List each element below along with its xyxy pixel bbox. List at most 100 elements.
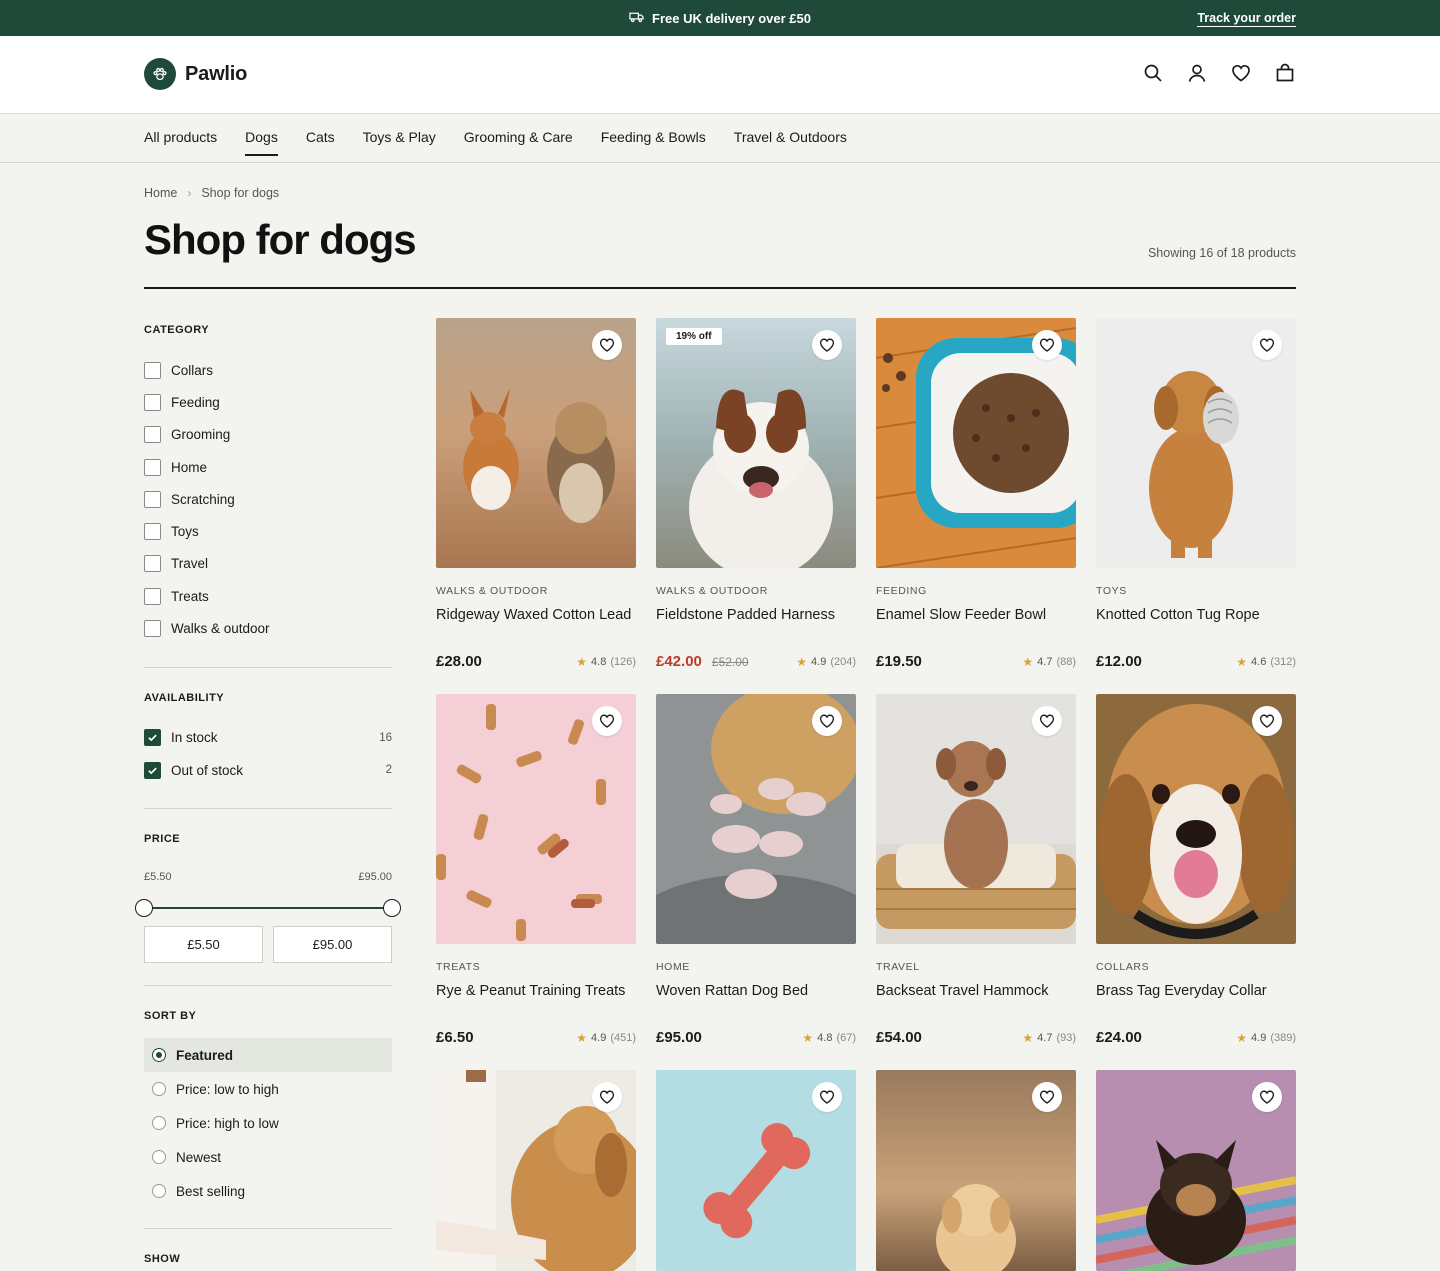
filter-toys[interactable]: Toys xyxy=(144,515,392,547)
product-card[interactable] xyxy=(1096,1070,1296,1271)
track-order-link[interactable]: Track your order xyxy=(1197,11,1296,27)
wishlist-button[interactable] xyxy=(1032,1082,1062,1112)
product-card[interactable]: TRAVEL Backseat Travel Hammock £54.00 ★ 4… xyxy=(876,694,1076,1046)
checkbox[interactable] xyxy=(144,458,161,476)
filter-scratching[interactable]: Scratching xyxy=(144,483,392,515)
price-slider[interactable] xyxy=(135,899,401,918)
wishlist-button[interactable] xyxy=(592,330,622,360)
nav-all-products[interactable]: All products xyxy=(144,129,217,156)
nav-toys-play[interactable]: Toys & Play xyxy=(363,129,436,156)
wishlist-button[interactable] xyxy=(1032,330,1062,360)
product-card[interactable] xyxy=(656,1070,856,1271)
search-icon[interactable] xyxy=(1142,62,1164,84)
product-title[interactable]: Knotted Cotton Tug Rope xyxy=(1096,605,1296,645)
checkbox[interactable] xyxy=(144,587,161,605)
filter-home[interactable]: Home xyxy=(144,451,392,483)
price-slider-min-handle[interactable] xyxy=(135,899,153,918)
product-title[interactable]: Backseat Travel Hammock xyxy=(876,981,1076,1021)
nav-grooming-care[interactable]: Grooming & Care xyxy=(464,129,573,156)
product-image[interactable] xyxy=(436,694,636,944)
sort-featured[interactable]: Featured xyxy=(144,1038,392,1073)
checkbox[interactable] xyxy=(144,361,161,379)
price-slider-track xyxy=(144,907,392,910)
filter-travel[interactable]: Travel xyxy=(144,548,392,580)
product-image[interactable] xyxy=(656,1070,856,1271)
product-image[interactable] xyxy=(876,318,1076,568)
radio[interactable] xyxy=(152,1082,166,1097)
product-card[interactable]: 19% off WALKS & OUTDOOR Fieldstone Padde… xyxy=(656,318,856,670)
wishlist-button[interactable] xyxy=(1252,330,1282,360)
heart-icon[interactable] xyxy=(1230,62,1252,84)
wishlist-button[interactable] xyxy=(1252,706,1282,736)
product-image[interactable] xyxy=(876,1070,1076,1271)
radio-selected[interactable] xyxy=(152,1048,166,1063)
checkbox[interactable] xyxy=(144,490,161,508)
product-title[interactable]: Fieldstone Padded Harness xyxy=(656,605,856,645)
nav-cats[interactable]: Cats xyxy=(306,129,335,156)
product-image[interactable]: 19% off xyxy=(656,318,856,568)
price-min-input[interactable] xyxy=(144,926,263,964)
product-card[interactable] xyxy=(876,1070,1076,1271)
wishlist-button[interactable] xyxy=(592,706,622,736)
product-image[interactable] xyxy=(436,318,636,568)
product-card[interactable]: HOME Woven Rattan Dog Bed £95.00 ★ 4.8 (67… xyxy=(656,694,856,1046)
filter-in-stock[interactable]: In stock 16 xyxy=(144,722,392,754)
product-card[interactable] xyxy=(436,1070,636,1271)
sort-price-low-high[interactable]: Price: low to high xyxy=(144,1072,392,1106)
nav-dogs[interactable]: Dogs xyxy=(245,129,278,156)
product-title[interactable]: Woven Rattan Dog Bed xyxy=(656,981,856,1021)
product-card[interactable]: FEEDING Enamel Slow Feeder Bowl £19.50 ★… xyxy=(876,318,1076,670)
star-icon: ★ xyxy=(802,1030,814,1045)
filter-feeding[interactable]: Feeding xyxy=(144,386,392,418)
account-icon[interactable] xyxy=(1186,62,1208,84)
breadcrumb-home[interactable]: Home xyxy=(144,186,177,200)
checkbox-checked[interactable] xyxy=(144,761,161,779)
wishlist-button[interactable] xyxy=(1032,706,1062,736)
nav-feeding-bowls[interactable]: Feeding & Bowls xyxy=(601,129,706,156)
product-title[interactable]: Enamel Slow Feeder Bowl xyxy=(876,605,1076,645)
wishlist-button[interactable] xyxy=(812,1082,842,1112)
filter-walks-outdoor[interactable]: Walks & outdoor xyxy=(144,612,392,644)
price-max-input[interactable] xyxy=(273,926,392,964)
product-meta: £12.00 ★ 4.6 (312) xyxy=(1096,653,1296,670)
checkbox[interactable] xyxy=(144,393,161,411)
checkbox[interactable] xyxy=(144,523,161,541)
filter-out-of-stock[interactable]: Out of stock 2 xyxy=(144,754,392,786)
product-image[interactable] xyxy=(1096,694,1296,944)
product-title[interactable]: Ridgeway Waxed Cotton Lead xyxy=(436,605,636,645)
nav-travel-outdoors[interactable]: Travel & Outdoors xyxy=(734,129,847,156)
checkbox-checked[interactable] xyxy=(144,729,161,747)
radio[interactable] xyxy=(152,1184,166,1199)
radio[interactable] xyxy=(152,1150,166,1165)
product-image[interactable] xyxy=(1096,1070,1296,1271)
product-image[interactable] xyxy=(656,694,856,944)
sort-best-selling[interactable]: Best selling xyxy=(144,1174,392,1208)
product-image[interactable] xyxy=(1096,318,1296,568)
product-image[interactable] xyxy=(436,1070,636,1271)
product-title[interactable]: Rye & Peanut Training Treats xyxy=(436,981,636,1021)
filter-treats[interactable]: Treats xyxy=(144,580,392,612)
product-rating: ★ 4.7 (93) xyxy=(1022,1031,1076,1045)
product-card[interactable]: WALKS & OUTDOOR Ridgeway Waxed Cotton Le… xyxy=(436,318,636,670)
wishlist-button[interactable] xyxy=(592,1082,622,1112)
product-card[interactable]: TOYS Knotted Cotton Tug Rope £12.00 ★ 4.6… xyxy=(1096,318,1296,670)
product-card[interactable]: TREATS Rye & Peanut Training Treats £6.5… xyxy=(436,694,636,1046)
product-image[interactable] xyxy=(876,694,1076,944)
bag-icon[interactable] xyxy=(1274,62,1296,84)
filter-collars[interactable]: Collars xyxy=(144,354,392,386)
checkbox[interactable] xyxy=(144,555,161,573)
filter-grooming[interactable]: Grooming xyxy=(144,419,392,451)
logo[interactable]: Pawlio xyxy=(144,58,247,90)
wishlist-button[interactable] xyxy=(812,330,842,360)
product-card[interactable]: COLLARS Brass Tag Everyday Collar £24.00… xyxy=(1096,694,1296,1046)
product-title[interactable]: Brass Tag Everyday Collar xyxy=(1096,981,1296,1021)
sort-newest[interactable]: Newest xyxy=(144,1140,392,1174)
radio[interactable] xyxy=(152,1116,166,1131)
review-count: (204) xyxy=(830,655,856,668)
wishlist-button[interactable] xyxy=(812,706,842,736)
wishlist-button[interactable] xyxy=(1252,1082,1282,1112)
checkbox[interactable] xyxy=(144,620,161,638)
price-slider-max-handle[interactable] xyxy=(383,899,401,918)
sort-price-high-low[interactable]: Price: high to low xyxy=(144,1106,392,1140)
checkbox[interactable] xyxy=(144,426,161,444)
